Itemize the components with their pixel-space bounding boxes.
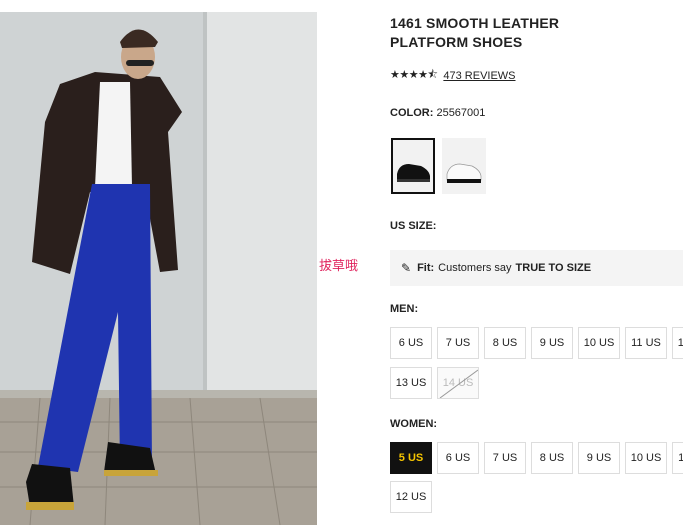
reviews-link[interactable]: 473 REVIEWS bbox=[443, 70, 515, 82]
fit-info-bar: ✎ Fit: Customers say TRUE TO SIZE bbox=[390, 250, 683, 286]
ruler-pencil-icon: ✎ bbox=[401, 261, 412, 275]
star-rating-icon: ★★★★⯪ bbox=[390, 69, 438, 81]
men-size-option[interactable]: 7 US bbox=[437, 327, 479, 359]
color-value: 25567001 bbox=[436, 107, 486, 119]
fit-text: Customers say bbox=[438, 262, 512, 274]
women-size-option[interactable]: 8 US bbox=[531, 442, 573, 474]
fit-label: Fit: bbox=[417, 262, 435, 274]
product-photo[interactable] bbox=[0, 12, 317, 525]
swatch-black[interactable] bbox=[391, 138, 435, 194]
men-size-option[interactable]: 12 US bbox=[672, 327, 683, 359]
women-size-option[interactable]: 6 US bbox=[437, 442, 479, 474]
women-size-option[interactable]: 12 US bbox=[390, 481, 432, 513]
women-size-option[interactable]: 5 US bbox=[390, 442, 432, 474]
color-label: COLOR: bbox=[390, 107, 434, 119]
women-label: WOMEN: bbox=[390, 418, 438, 430]
men-size-option[interactable]: 14 US bbox=[437, 367, 479, 399]
color-label-row: COLOR: 25567001 bbox=[390, 107, 485, 119]
men-size-option[interactable]: 6 US bbox=[390, 327, 432, 359]
men-size-option[interactable]: 11 US bbox=[625, 327, 667, 359]
rating-row: ★★★★⯪ 473 REVIEWS bbox=[390, 66, 516, 85]
product-title: 1461 SMOOTH LEATHER PLATFORM SHOES bbox=[390, 15, 560, 50]
men-size-option[interactable]: 8 US bbox=[484, 327, 526, 359]
men-size-option[interactable]: 10 US bbox=[578, 327, 620, 359]
swatch-white[interactable] bbox=[442, 138, 486, 194]
women-size-option[interactable]: 10 US bbox=[625, 442, 667, 474]
watermark-text: 拔草哦 bbox=[319, 259, 359, 274]
us-size-label: US SIZE: bbox=[390, 220, 437, 232]
men-size-option[interactable]: 9 US bbox=[531, 327, 573, 359]
fit-value: TRUE TO SIZE bbox=[515, 262, 592, 274]
women-size-option[interactable]: 9 US bbox=[578, 442, 620, 474]
men-label: MEN: bbox=[390, 303, 419, 315]
women-size-option[interactable]: 11 US bbox=[672, 442, 683, 474]
men-size-option[interactable]: 13 US bbox=[390, 367, 432, 399]
women-size-option[interactable]: 7 US bbox=[484, 442, 526, 474]
